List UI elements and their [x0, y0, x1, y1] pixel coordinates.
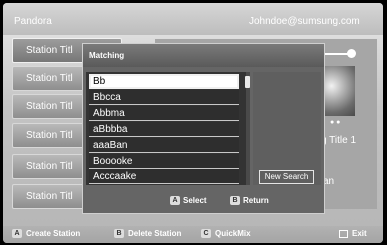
song-title: g Title 1 — [321, 135, 357, 146]
c-key-icon: C — [201, 229, 211, 239]
match-item[interactable]: Bbcca — [89, 90, 239, 105]
return-hint[interactable]: B Return — [230, 196, 269, 206]
return-label: Return — [243, 196, 269, 206]
exit-icon — [339, 229, 348, 238]
a-key-icon: A — [170, 196, 180, 206]
scrollbar-thumb[interactable] — [245, 76, 250, 88]
select-label: Select — [183, 196, 207, 206]
exit-button[interactable]: Exit — [339, 229, 367, 238]
quickmix-label: QuickMix — [215, 229, 251, 239]
create-station-button[interactable]: A Create Station — [12, 229, 81, 239]
select-hint[interactable]: A Select — [170, 196, 207, 206]
match-item[interactable]: Bb — [89, 74, 239, 89]
new-search-button[interactable]: New Search — [259, 170, 314, 184]
match-item[interactable]: Abbma — [89, 106, 239, 121]
delete-station-label: Delete Station — [128, 229, 182, 239]
scrollbar[interactable] — [246, 72, 250, 185]
a-key-icon: A — [12, 229, 22, 239]
match-item[interactable]: Acccaake — [89, 169, 239, 184]
exit-label: Exit — [352, 229, 367, 239]
header: Pandora Johndoe@sumsung.com — [3, 3, 383, 35]
b-key-icon: B — [230, 196, 240, 206]
account-email: Johndoe@sumsung.com — [249, 16, 360, 27]
rating-icons: ● ● — [330, 119, 341, 126]
pandora-screen: Pandora Johndoe@sumsung.com ● ● g Title … — [3, 3, 383, 243]
bottom-bar: A Create Station B Delete Station C QuickMi… — [3, 226, 383, 243]
matching-dialog: Matching Bb Bbcca Abbma aBbbba aaaBan Bo… — [82, 43, 325, 214]
progress-knob — [347, 49, 356, 58]
dialog-title: Matching — [83, 44, 324, 67]
create-station-label: Create Station — [26, 229, 81, 239]
app-title: Pandora — [14, 16, 52, 27]
dialog-footer: A Select B Return — [83, 190, 324, 213]
match-item[interactable]: Booooke — [89, 154, 239, 169]
search-panel — [253, 72, 321, 185]
quickmix-button[interactable]: C QuickMix — [201, 229, 251, 239]
match-item[interactable]: aBbbba — [89, 122, 239, 137]
match-list: Bb Bbcca Abbma aBbbba aaaBan Booooke Acc… — [86, 72, 249, 185]
delete-station-button[interactable]: B Delete Station — [114, 229, 182, 239]
match-item[interactable]: aaaBan — [89, 138, 239, 153]
b-key-icon: B — [114, 229, 124, 239]
